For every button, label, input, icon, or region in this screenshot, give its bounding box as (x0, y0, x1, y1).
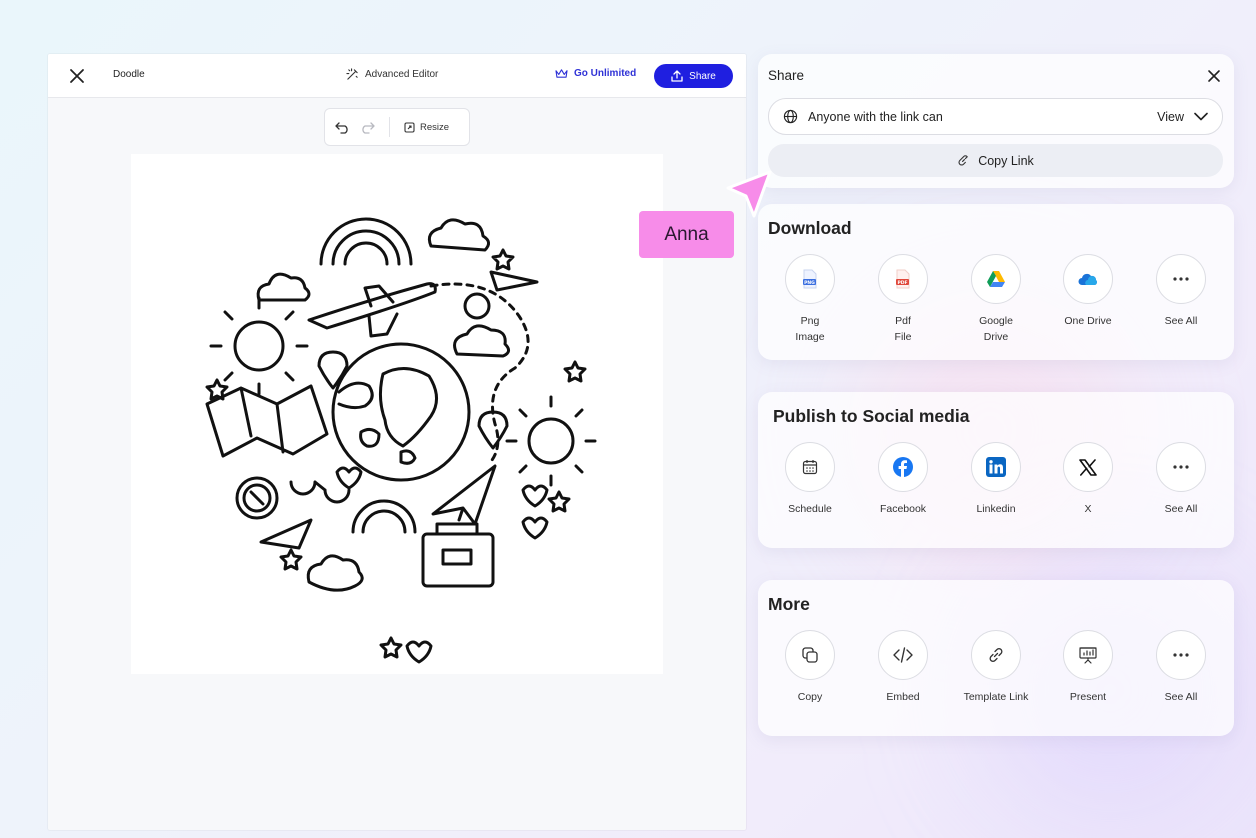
link-permission-value: View (1157, 109, 1184, 124)
redo-icon[interactable] (360, 121, 375, 134)
download-panel: Download PNG Png Image PDF Pdf File Goog… (758, 204, 1234, 360)
resize-icon (404, 121, 415, 133)
present-label: Present (1069, 691, 1107, 703)
schedule-label: Schedule (788, 503, 832, 515)
document-title: Doodle (113, 69, 145, 80)
download-see-all-label: See All (1164, 315, 1198, 327)
download-title: Download (768, 218, 852, 238)
magic-wand-icon (346, 68, 358, 80)
code-icon (878, 630, 928, 680)
go-unlimited-label: Go Unlimited (574, 68, 637, 79)
more-icon (1156, 254, 1206, 304)
share-button[interactable]: Share (654, 64, 733, 88)
embed-label: Embed (886, 691, 920, 703)
svg-text:PDF: PDF (897, 280, 907, 286)
x-icon (1063, 442, 1113, 492)
social-see-all-label: See All (1164, 503, 1198, 515)
copy-link-button[interactable]: Copy Link (768, 144, 1223, 177)
facebook-option[interactable]: Facebook (857, 442, 949, 517)
linkedin-label: Linkedin (976, 503, 1016, 515)
template-link-label: Template Link (963, 691, 1029, 703)
collaborator-name-tag: Anna (639, 211, 734, 258)
copy-label: Copy (797, 691, 823, 703)
link-icon (958, 155, 969, 166)
more-title: More (768, 594, 810, 614)
download-onedrive-label: One Drive (1064, 315, 1112, 327)
resize-button[interactable]: Resize (404, 122, 449, 133)
upload-icon (671, 70, 683, 82)
share-panel: Share Anyone with the link can View Copy… (758, 54, 1234, 188)
go-unlimited-button[interactable]: Go Unlimited (555, 68, 636, 79)
resize-label: Resize (420, 121, 450, 133)
more-see-all-label: See All (1164, 691, 1198, 703)
presentation-icon (1063, 630, 1113, 680)
png-file-icon: PNG (785, 254, 835, 304)
download-pdf-label: Pdf File (894, 315, 912, 343)
download-pdf-option[interactable]: PDF Pdf File (857, 254, 949, 345)
onedrive-icon (1063, 254, 1113, 304)
toolbar-divider (389, 117, 390, 137)
svg-text:PNG: PNG (804, 280, 815, 286)
x-option[interactable]: X (1042, 442, 1134, 517)
embed-option[interactable]: Embed (857, 630, 949, 705)
download-png-option[interactable]: PNG Png Image (764, 254, 856, 345)
social-see-all-option[interactable]: See All (1135, 442, 1227, 517)
editor-topbar: Doodle Advanced Editor Go Unlimited Shar… (48, 54, 746, 98)
advanced-editor-button[interactable]: Advanced Editor (346, 68, 438, 81)
crown-icon (555, 69, 568, 78)
pdf-file-icon: PDF (878, 254, 928, 304)
google-drive-icon (971, 254, 1021, 304)
download-see-all-option[interactable]: See All (1135, 254, 1227, 329)
calendar-icon (785, 442, 835, 492)
social-panel: Publish to Social media Schedule Faceboo (758, 392, 1234, 548)
template-link-option[interactable]: Template Link (950, 630, 1042, 705)
linkedin-option[interactable]: Linkedin (950, 442, 1042, 517)
present-option[interactable]: Present (1042, 630, 1134, 705)
download-png-label: Png Image (795, 315, 825, 343)
close-icon[interactable] (1206, 68, 1222, 84)
more-icon (1156, 630, 1206, 680)
facebook-icon (878, 442, 928, 492)
share-button-label: Share (689, 70, 716, 82)
download-onedrive-option[interactable]: One Drive (1042, 254, 1134, 329)
design-canvas[interactable] (131, 154, 663, 674)
undo-icon[interactable] (335, 121, 350, 134)
facebook-label: Facebook (879, 503, 927, 515)
globe-icon (783, 109, 798, 124)
link-access-dropdown[interactable]: Anyone with the link can View (768, 98, 1223, 135)
canvas-toolbar: Resize (324, 108, 470, 146)
more-icon (1156, 442, 1206, 492)
more-panel: More Copy Embed Template Link Present Se… (758, 580, 1234, 736)
doodle-illustration (205, 217, 597, 664)
download-google-drive-option[interactable]: Google Drive (950, 254, 1042, 345)
social-title: Publish to Social media (773, 406, 970, 426)
linkedin-icon (971, 442, 1021, 492)
chevron-down-icon (1194, 112, 1208, 121)
download-google-drive-label: Google Drive (979, 315, 1013, 343)
link-icon (971, 630, 1021, 680)
x-label: X (1084, 503, 1092, 515)
advanced-editor-label: Advanced Editor (365, 69, 439, 80)
close-icon[interactable] (68, 67, 86, 85)
copy-link-label: Copy Link (978, 153, 1034, 168)
link-access-label: Anyone with the link can (808, 109, 943, 124)
copy-icon (785, 630, 835, 680)
editor-window: Doodle Advanced Editor Go Unlimited Shar… (48, 54, 746, 830)
schedule-option[interactable]: Schedule (764, 442, 856, 517)
copy-option[interactable]: Copy (764, 630, 856, 705)
share-panel-title: Share (768, 68, 805, 83)
more-see-all-option[interactable]: See All (1135, 630, 1227, 705)
